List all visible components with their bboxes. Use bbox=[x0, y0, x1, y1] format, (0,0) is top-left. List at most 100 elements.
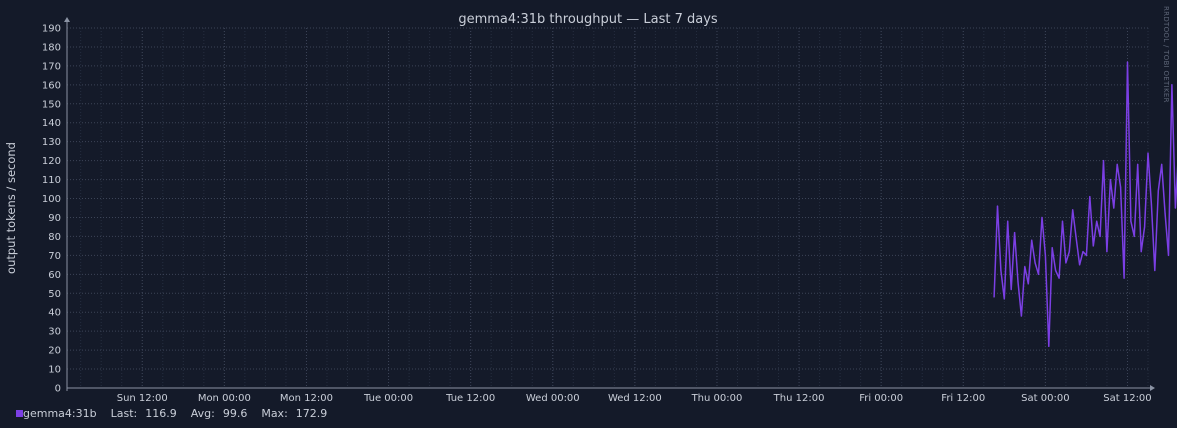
data-point bbox=[1058, 277, 1060, 279]
data-point bbox=[1133, 235, 1135, 238]
y-tick-label: 60 bbox=[48, 270, 61, 281]
data-point bbox=[1055, 269, 1057, 272]
data-point bbox=[1041, 216, 1043, 219]
data-point bbox=[996, 205, 999, 207]
data-point bbox=[1109, 178, 1111, 181]
data-point bbox=[1123, 277, 1125, 279]
y-tick-label: 130 bbox=[42, 137, 61, 148]
data-point bbox=[1116, 163, 1118, 166]
y-axis-arrow bbox=[64, 17, 70, 22]
y-tick-label: 140 bbox=[42, 118, 61, 129]
y-tick-label: 150 bbox=[42, 99, 61, 110]
data-point bbox=[1130, 220, 1132, 222]
data-point bbox=[1044, 254, 1046, 256]
y-tick-label: 40 bbox=[48, 308, 61, 319]
x-tick-label: Sat 00:00 bbox=[1021, 393, 1069, 404]
data-point bbox=[993, 296, 995, 298]
x-tick-label: Fri 00:00 bbox=[859, 393, 903, 404]
data-point bbox=[1171, 84, 1173, 86]
y-tick-label: 110 bbox=[42, 175, 61, 186]
data-point bbox=[1037, 273, 1040, 275]
y-tick-label: 160 bbox=[42, 80, 61, 91]
y-tick-label: 180 bbox=[42, 42, 61, 53]
data-point bbox=[1000, 269, 1002, 272]
x-tick-label: Sat 12:00 bbox=[1103, 393, 1151, 404]
y-tick-label: 90 bbox=[48, 213, 61, 224]
data-point bbox=[1157, 190, 1159, 192]
data-point bbox=[1061, 220, 1064, 222]
legend-avg-label: Avg: bbox=[190, 407, 215, 420]
data-point bbox=[1140, 250, 1142, 253]
data-point bbox=[1075, 237, 1077, 239]
x-tick-label: Mon 00:00 bbox=[198, 393, 251, 404]
series-line bbox=[993, 61, 1177, 348]
data-point bbox=[1102, 160, 1105, 162]
y-tick-label: 170 bbox=[42, 61, 61, 72]
data-point bbox=[1082, 250, 1084, 253]
x-tick-label: Fri 12:00 bbox=[941, 393, 985, 404]
data-point bbox=[1065, 262, 1067, 264]
axis-ticks: 0 10 20 30 40 50 60 70 80 90 100 110 120 130 140 150 160… bbox=[42, 24, 1152, 405]
data-point bbox=[1007, 220, 1009, 222]
y-tick-label: 100 bbox=[42, 194, 61, 205]
legend-max-label: Max: bbox=[261, 407, 288, 420]
x-tick-label: Wed 00:00 bbox=[526, 393, 580, 404]
series-layer bbox=[993, 61, 1177, 348]
data-point bbox=[1120, 186, 1122, 188]
data-point bbox=[1020, 315, 1023, 317]
x-tick-label: Sun 12:00 bbox=[117, 393, 168, 404]
data-point bbox=[1143, 226, 1146, 228]
data-point bbox=[1113, 207, 1115, 209]
grid bbox=[67, 27, 1149, 389]
legend-series-name: gemma4:31b bbox=[23, 407, 97, 420]
y-tick-label: 10 bbox=[48, 365, 61, 376]
y-tick-label: 80 bbox=[48, 232, 61, 243]
data-point bbox=[1010, 288, 1012, 291]
x-tick-label: Thu 00:00 bbox=[691, 393, 743, 404]
x-tick-label: Mon 12:00 bbox=[280, 393, 333, 404]
rrdtool-watermark: RRDTOOL / TOBI OETIKER bbox=[1162, 6, 1170, 103]
y-axis-label: output tokens / second bbox=[4, 142, 18, 274]
legend-last-label: Last: bbox=[110, 407, 138, 420]
data-point bbox=[1150, 203, 1153, 205]
data-point bbox=[1051, 247, 1053, 249]
data-point bbox=[1167, 254, 1170, 256]
y-tick-label: 190 bbox=[42, 24, 61, 35]
y-tick-label: 70 bbox=[48, 251, 61, 262]
chart-title: gemma4:31b throughput — Last 7 days bbox=[458, 12, 718, 27]
y-tick-label: 120 bbox=[42, 156, 61, 167]
data-point bbox=[1078, 264, 1081, 266]
data-point bbox=[1013, 232, 1016, 234]
x-tick-label: Tue 00:00 bbox=[363, 393, 413, 404]
x-tick-label: Thu 12:00 bbox=[773, 393, 825, 404]
data-point bbox=[1099, 235, 1101, 238]
data-point bbox=[1147, 152, 1149, 154]
data-point bbox=[1106, 250, 1108, 253]
legend-avg-value: 99.6 bbox=[222, 407, 248, 420]
data-point bbox=[1164, 213, 1166, 215]
data-point bbox=[1089, 196, 1091, 198]
data-point bbox=[1072, 209, 1074, 211]
legend-swatch bbox=[16, 410, 23, 417]
data-point bbox=[1161, 163, 1163, 166]
data-point bbox=[1048, 345, 1050, 347]
legend-last-value: 116.9 bbox=[145, 407, 177, 420]
y-tick-label: 0 bbox=[55, 384, 61, 395]
legend: gemma4:31b Last: 116.9 Avg: 99.6 Max: 172.9 bbox=[16, 407, 327, 420]
data-point bbox=[1024, 266, 1026, 268]
data-point bbox=[1154, 269, 1156, 272]
data-point bbox=[1034, 262, 1036, 264]
data-point bbox=[1092, 245, 1094, 247]
x-tick-label: Wed 12:00 bbox=[608, 393, 662, 404]
data-point bbox=[1031, 239, 1033, 241]
data-point bbox=[1003, 298, 1005, 300]
data-point bbox=[1027, 283, 1029, 285]
data-point bbox=[1068, 250, 1070, 253]
data-point bbox=[1126, 61, 1129, 63]
legend-max-value: 172.9 bbox=[295, 407, 328, 420]
data-point bbox=[1137, 163, 1139, 166]
data-point bbox=[1174, 207, 1176, 209]
data-point bbox=[1096, 220, 1098, 222]
x-axis-arrow bbox=[1150, 385, 1155, 391]
axes bbox=[64, 17, 1155, 391]
